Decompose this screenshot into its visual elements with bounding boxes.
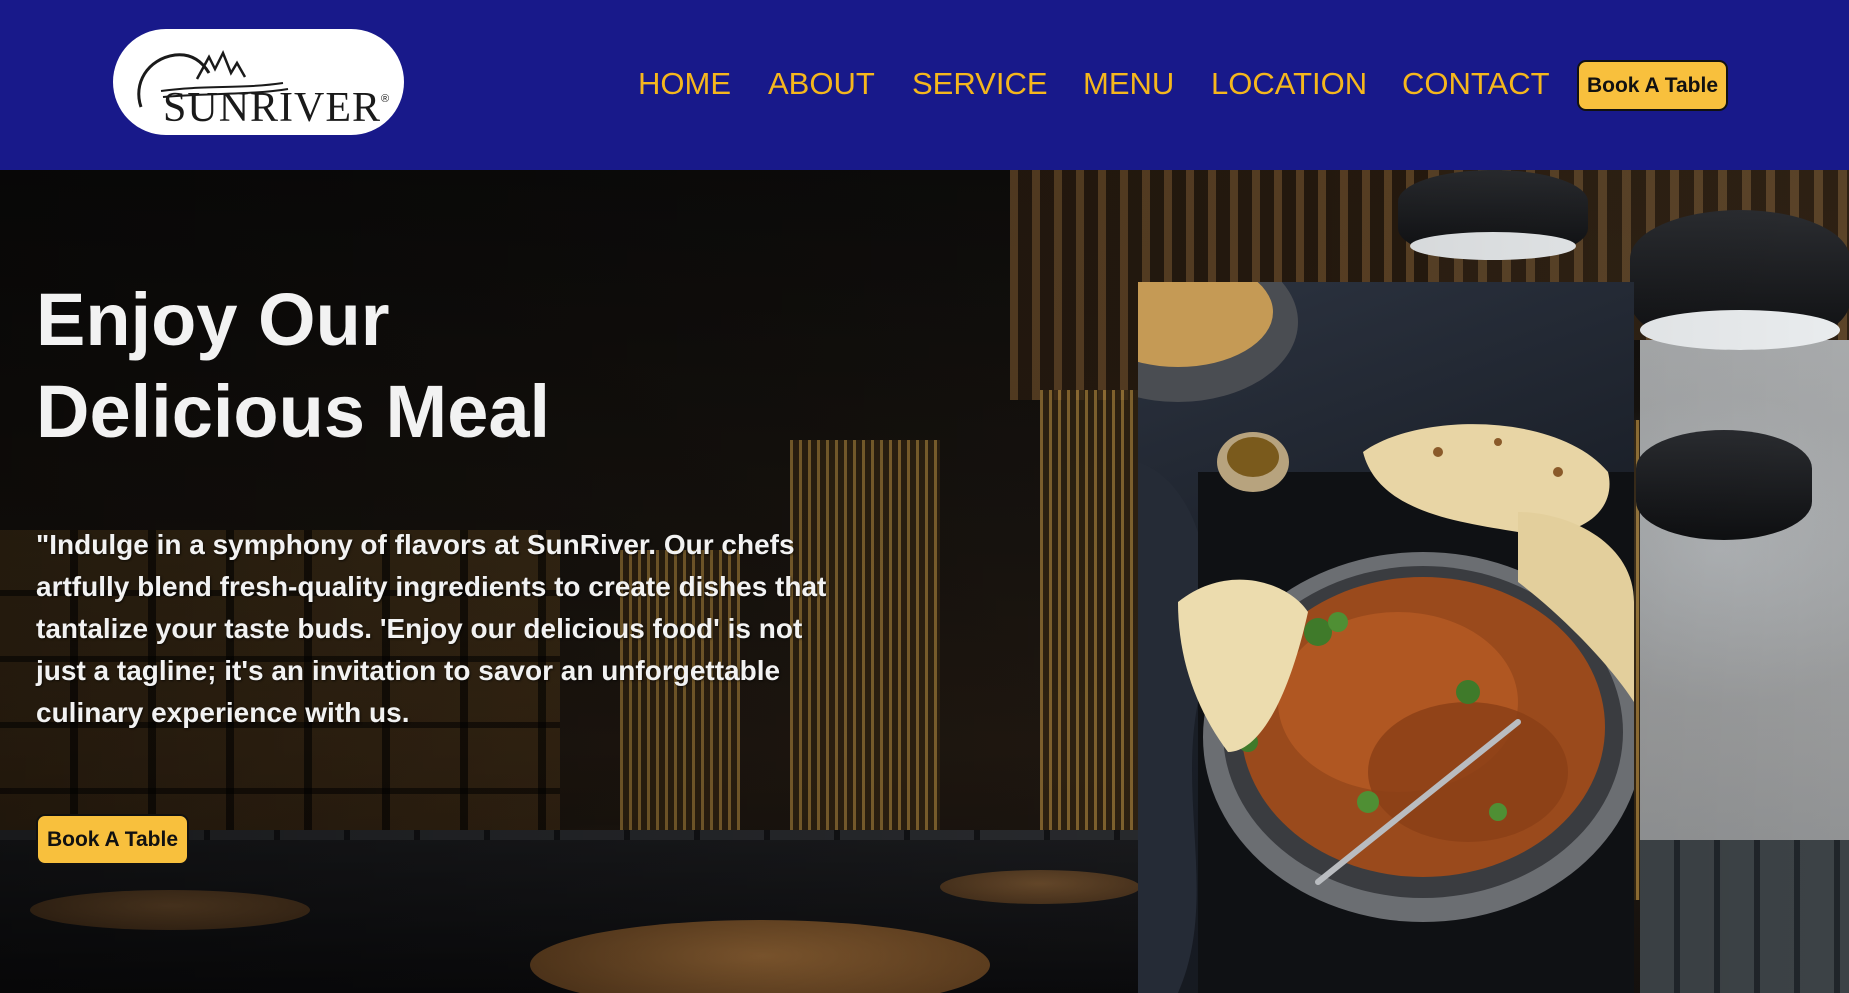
nav-home[interactable]: HOME <box>638 66 731 102</box>
food-photo <box>1138 282 1634 993</box>
nav-menu[interactable]: MENU <box>1083 66 1174 102</box>
curry-dish-illustration <box>1138 282 1634 993</box>
hero-description-line: just a tagline; it's an invitation to sa… <box>36 655 781 686</box>
hero-description: "Indulge in a symphony of flavors at Sun… <box>36 524 1056 734</box>
site-header: SUNRIVER ® HOME ABOUT SERVICE MENU LOCAT… <box>0 0 1849 170</box>
hero-description-line: "Indulge in a symphony of flavors at Sun… <box>36 529 795 560</box>
hero-title-line: Enjoy Our <box>36 278 390 361</box>
hero-section: Enjoy Our Delicious Meal "Indulge in a s… <box>0 170 1849 993</box>
hero-description-line: tantalize your taste buds. 'Enjoy our de… <box>36 613 803 644</box>
nav-location[interactable]: LOCATION <box>1211 66 1367 102</box>
hero-description-line: culinary experience with us. <box>36 697 410 728</box>
nav-service[interactable]: SERVICE <box>912 66 1048 102</box>
main-nav: HOME ABOUT SERVICE MENU LOCATION CONTACT <box>0 66 1849 106</box>
hero-book-table-button[interactable]: Book A Table <box>36 814 189 865</box>
hero-title: Enjoy Our Delicious Meal <box>36 274 796 458</box>
hero-title-line: Delicious Meal <box>36 370 551 453</box>
nav-contact[interactable]: CONTACT <box>1402 66 1550 102</box>
header-book-table-button[interactable]: Book A Table <box>1577 60 1728 111</box>
hero-description-line: artfully blend fresh-quality ingredients… <box>36 571 827 602</box>
nav-about[interactable]: ABOUT <box>768 66 875 102</box>
